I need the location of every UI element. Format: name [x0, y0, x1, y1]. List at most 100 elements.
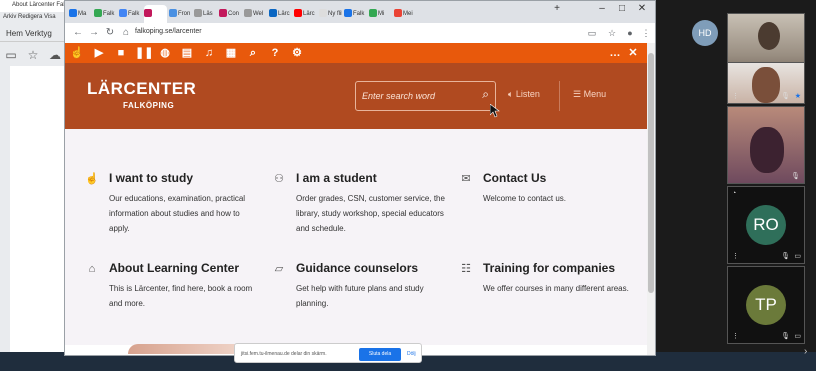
cloud-upload-icon[interactable]: ☁: [48, 48, 62, 62]
browser-menu-icon[interactable]: ⋮: [639, 26, 653, 40]
tab-label: Lärc: [303, 11, 315, 17]
new-tab-button[interactable]: +: [550, 3, 564, 14]
category-title[interactable]: I want to study: [109, 171, 193, 185]
stop-sharing-button[interactable]: Sluta dela: [359, 348, 401, 361]
browser-tab[interactable]: Falk: [119, 5, 142, 23]
tab-favicon-icon: [69, 9, 77, 18]
maximize-button[interactable]: □: [615, 3, 629, 14]
video-tile-5[interactable]: TP ⋮ 🎙︎ ▭: [727, 266, 805, 344]
map-icon: ▱: [274, 263, 284, 275]
star-icon: ★: [794, 93, 801, 100]
listen-label: Listen: [515, 89, 540, 99]
browser-tab[interactable]: Ny flik: [319, 5, 342, 23]
browser-tab[interactable]: Con: [219, 5, 242, 23]
listen-button[interactable]: 🔈︎ Listen: [508, 89, 540, 100]
more-options-icon[interactable]: ⋮: [732, 252, 739, 260]
browser-tab[interactable]: Lärc: [269, 5, 292, 23]
hide-button[interactable]: Dölj: [407, 351, 416, 357]
self-avatar[interactable]: HD: [692, 20, 718, 46]
forward-icon[interactable]: →: [87, 26, 101, 40]
category-card[interactable]: ✉ Contact Us Welcome to contact us.: [459, 171, 629, 241]
category-card[interactable]: ⌂ About Learning Center This is Lärcenter,…: [85, 261, 255, 331]
mic-muted-icon: 🎙︎: [781, 333, 790, 340]
category-description: Our educations, examination, practical i…: [109, 194, 246, 233]
video-tile-2[interactable]: ⋮ 🎙︎ ★: [727, 62, 805, 104]
category-card[interactable]: ▱ Guidance counselors Get help with future…: [272, 261, 442, 331]
browser-tab[interactable]: Falk: [94, 5, 117, 23]
tab-label: Mei: [403, 11, 413, 17]
more-icon[interactable]: …: [607, 45, 623, 61]
pause-icon[interactable]: ❚❚: [135, 45, 153, 61]
tab-label: Mi: [378, 11, 385, 17]
browser-tab[interactable]: Ma: [69, 5, 92, 23]
lock-icon: ⌂: [122, 27, 130, 38]
more-options-icon[interactable]: ⋮: [732, 332, 739, 340]
category-card[interactable]: ☷ Training for companies We offer courses …: [459, 261, 629, 331]
video-tile-4[interactable]: ◔ RO ⋮ 🎙︎ ▭: [727, 186, 805, 264]
search-input[interactable]: [362, 89, 472, 103]
search-zoom-icon[interactable]: ⌕: [245, 45, 261, 61]
star-icon[interactable]: ☆: [26, 48, 40, 62]
background-app-canvas: [10, 66, 70, 356]
tab-label: Ma: [78, 11, 87, 17]
category-card[interactable]: ⚇ I am a student Order grades, CSN, custom…: [272, 171, 445, 241]
menu-button[interactable]: ☰ Menu: [573, 89, 606, 100]
people-icon: ☷: [461, 263, 471, 275]
background-app-menu[interactable]: Arkiv Redigera Visa: [0, 12, 70, 22]
browser-tab[interactable]: Lärc: [294, 5, 317, 23]
cast-icon[interactable]: ▭: [585, 26, 599, 40]
site-header: LÄRCENTER FALKÖPING ⌕ 🔈︎ Listen ☰ Menu: [65, 63, 647, 129]
globe-icon[interactable]: ◍: [157, 45, 173, 61]
accessibility-toolbar: ☝ ▶ ■ ❚❚ ◍ ▤ ♫ ▦ ⌕ ? ⚙ … ✕: [65, 43, 647, 63]
reload-icon[interactable]: ↻: [103, 26, 117, 40]
browser-tab[interactable]: Wel: [244, 5, 267, 23]
browser-tab[interactable]: Fron: [169, 5, 192, 23]
tab-favicon-icon: [219, 9, 227, 18]
browser-tab[interactable]: Falk: [344, 5, 367, 23]
text-mode-icon[interactable]: ▦: [223, 45, 239, 61]
search-icon[interactable]: ⌕: [482, 87, 489, 102]
category-title[interactable]: Contact Us: [483, 171, 546, 185]
scrollbar-thumb[interactable]: [648, 53, 654, 293]
background-app-ribbon[interactable]: Hem Verktyg: [0, 26, 70, 42]
browser-tab[interactable]: [144, 5, 167, 23]
stop-icon[interactable]: ■: [113, 45, 129, 61]
category-card[interactable]: ☝ I want to study Our educations, examinat…: [85, 171, 255, 241]
help-icon[interactable]: ?: [267, 45, 283, 61]
hero-image-edge: [128, 344, 248, 354]
chat-icon: ✉: [461, 173, 471, 185]
minimize-button[interactable]: –: [595, 3, 609, 14]
category-title[interactable]: About Learning Center: [109, 261, 239, 275]
menu-label: Menu: [583, 89, 607, 99]
settings-icon[interactable]: ⚙: [289, 45, 305, 61]
play-icon[interactable]: ▶: [91, 45, 107, 61]
video-tile-3[interactable]: 🎙︎: [727, 106, 805, 184]
category-title[interactable]: Guidance counselors: [296, 261, 418, 275]
vertical-scrollbar[interactable]: [647, 43, 655, 355]
address-bar[interactable]: falkoping.se/larcenter: [135, 28, 202, 35]
browser-tab[interactable]: Mei: [394, 5, 417, 23]
background-app-title: About Lärcenter Falk: [0, 0, 70, 12]
logo-text[interactable]: LÄRCENTER: [87, 79, 196, 99]
logo-subtext: FALKÖPING: [123, 101, 175, 110]
profile-icon[interactable]: ●: [623, 26, 637, 40]
close-window-button[interactable]: ✕: [635, 3, 649, 14]
person-silhouette: [758, 22, 780, 50]
browser-tab[interactable]: Läs: [194, 5, 217, 23]
browser-tab[interactable]: Mi: [369, 5, 392, 23]
document-icon[interactable]: ▤: [179, 45, 195, 61]
category-title[interactable]: Training for companies: [483, 261, 615, 275]
category-title[interactable]: I am a student: [296, 171, 377, 185]
mp3-icon[interactable]: ♫: [201, 45, 217, 61]
hand-icon[interactable]: ☝: [69, 45, 85, 61]
more-options-icon[interactable]: ⋮: [732, 92, 739, 100]
chevron-right-icon[interactable]: ›: [804, 346, 807, 357]
back-icon[interactable]: ←: [71, 26, 85, 40]
bookmark-star-icon[interactable]: ☆: [605, 26, 619, 40]
tab-label: Läs: [203, 11, 213, 17]
person-silhouette: [750, 127, 784, 173]
save-icon[interactable]: ▭: [4, 48, 18, 62]
tab-favicon-icon: [269, 9, 277, 18]
nav-bar: ← → ↻ ⌂ falkoping.se/larcenter ▭ ☆ ● ⋮: [65, 23, 655, 43]
close-toolbar-icon[interactable]: ✕: [625, 45, 641, 61]
